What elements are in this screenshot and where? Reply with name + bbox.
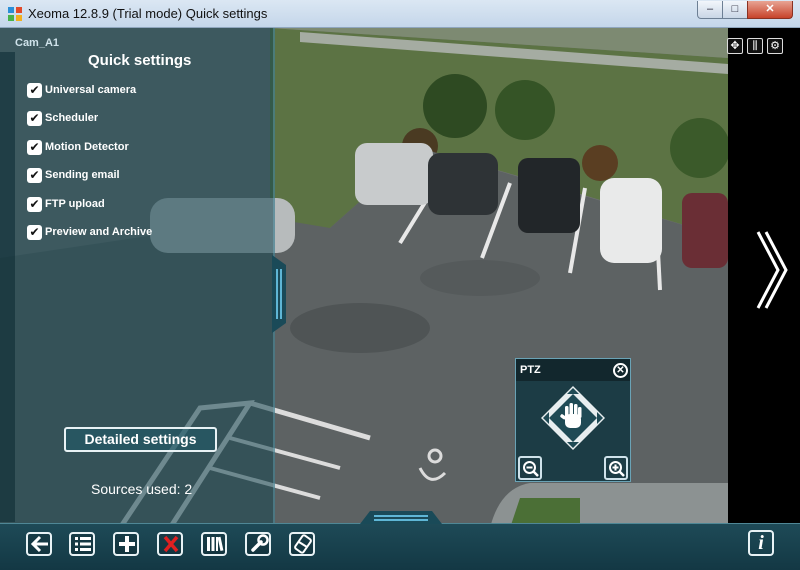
delete-camera-button[interactable] [157, 532, 183, 556]
zoom-out-icon [523, 461, 539, 477]
maximize-button[interactable]: □ [722, 1, 748, 19]
qs-item-scheduler[interactable]: ✔ Scheduler [27, 110, 98, 126]
qs-item-universal-camera[interactable]: ✔ Universal camera [27, 82, 136, 98]
checkbox-checked-icon[interactable]: ✔ [27, 82, 42, 98]
quick-settings-left-strip [0, 52, 15, 522]
qs-item-label: Scheduler [45, 112, 99, 124]
zoom-in-icon [609, 461, 625, 477]
next-camera-arrow-icon[interactable] [750, 230, 790, 310]
panel-collapse-handle[interactable] [272, 255, 286, 333]
qs-item-sending-email[interactable]: ✔ Sending email [27, 167, 120, 183]
checkbox-checked-icon[interactable]: ✔ [27, 167, 42, 183]
qs-item-preview-and-archive[interactable]: ✔ Preview and Archive [27, 224, 152, 240]
sources-used-label: Sources used: 2 [91, 481, 193, 497]
camera-list-button[interactable] [69, 532, 95, 556]
camera-name: Cam_A1 [15, 37, 60, 49]
qs-item-label: Motion Detector [45, 141, 129, 153]
ptz-header: PTZ ✕ [516, 359, 630, 381]
delete-icon [163, 535, 179, 553]
back-button[interactable] [26, 532, 52, 556]
zoom-in-button[interactable] [604, 456, 628, 480]
window-title: Xeoma 12.8.9 (Trial mode) Quick settings [28, 6, 268, 21]
list-icon [75, 537, 91, 551]
info-button[interactable]: i [748, 530, 774, 556]
ptz-direction-pad[interactable] [541, 386, 605, 450]
bottom-panel-handle[interactable] [360, 511, 442, 524]
ptz-title: PTZ [520, 364, 541, 376]
ptz-close-button[interactable]: ✕ [613, 363, 628, 378]
camera-toolbar: ✥ ⫼ ⚙ [727, 38, 783, 54]
xeoma-window: Xeoma 12.8.9 (Trial mode) Quick settings… [0, 0, 800, 570]
ptz-panel: PTZ ✕ [515, 358, 631, 482]
qs-item-label: Preview and Archive [45, 226, 153, 238]
add-icon [119, 536, 135, 552]
archive-button[interactable] [201, 532, 227, 556]
archive-icon[interactable]: ⫼ [747, 38, 763, 54]
checkbox-checked-icon[interactable]: ✔ [27, 196, 42, 212]
settings-button[interactable] [245, 532, 271, 556]
layout-button[interactable] [289, 532, 315, 556]
qs-item-motion-detector[interactable]: ✔ Motion Detector [27, 139, 129, 155]
settings-icon[interactable]: ⚙ [767, 38, 783, 54]
eraser-icon [294, 534, 312, 554]
close-button[interactable]: ✕ [747, 1, 793, 19]
checkbox-checked-icon[interactable]: ✔ [27, 110, 42, 126]
checkbox-checked-icon[interactable]: ✔ [27, 224, 42, 240]
detailed-settings-button[interactable]: Detailed settings [64, 427, 217, 452]
add-camera-button[interactable] [113, 532, 139, 556]
qs-item-label: FTP upload [45, 198, 105, 210]
wrench-icon [251, 534, 269, 552]
minimize-button[interactable]: – [697, 1, 723, 19]
zoom-out-button[interactable] [518, 456, 542, 480]
archive-icon [207, 536, 224, 552]
fullscreen-icon[interactable]: ✥ [727, 38, 743, 54]
quick-settings-title: Quick settings [88, 52, 192, 69]
checkbox-checked-icon[interactable]: ✔ [27, 139, 42, 155]
qs-item-ftp-upload[interactable]: ✔ FTP upload [27, 196, 105, 212]
qs-item-label: Universal camera [45, 84, 137, 96]
back-icon [30, 535, 48, 553]
title-bar: Xeoma 12.8.9 (Trial mode) Quick settings… [0, 0, 800, 28]
qs-item-label: Sending email [45, 169, 120, 181]
xeoma-logo-icon [8, 7, 22, 21]
